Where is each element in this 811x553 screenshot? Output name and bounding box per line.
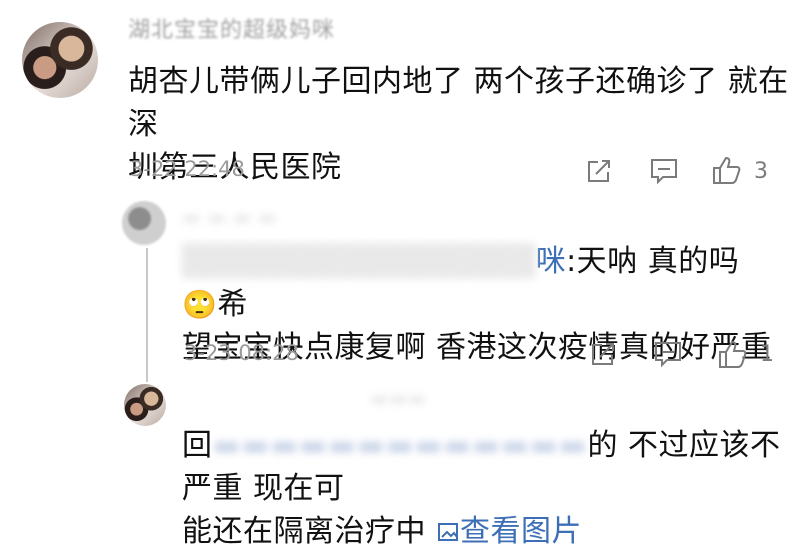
comment-author-name[interactable]: 湖北宝宝的超级妈咪 — [128, 12, 335, 44]
reply-text-segment: 能还在隔离治疗中 — [182, 514, 426, 549]
mention-link[interactable]: 咪 — [536, 244, 567, 279]
image-icon — [438, 523, 459, 541]
reply-text: 回▬▬▬▬▬▬▬▬▬▬▬▬▬的 不过应该不严重 现在可 能还在隔离治疗中 查看图… — [182, 424, 792, 553]
like-count: 3 — [754, 159, 768, 184]
view-image-label[interactable]: 查看图片 — [460, 514, 582, 549]
thread-line — [146, 248, 148, 382]
comment-icon[interactable] — [652, 339, 684, 369]
emoji-icon: 🙄 — [182, 288, 218, 321]
thumbs-up-icon[interactable] — [710, 153, 744, 187]
reply-text-segment: 的 — [587, 428, 618, 463]
blurred-mention: ███████████████ — [182, 244, 536, 279]
reply-author-name[interactable]: ▬▬▬ — [370, 386, 427, 410]
reply-text-line: ███████████████咪:天呐 真的吗 🙄希 — [182, 240, 782, 326]
view-image-link[interactable]: 查看图片 — [436, 514, 582, 549]
reply-text-line: 能还在隔离治疗中 查看图片 — [182, 510, 792, 553]
avatar[interactable] — [122, 201, 166, 245]
avatar[interactable] — [124, 384, 166, 426]
thumbs-up-icon[interactable] — [716, 337, 750, 371]
avatar[interactable] — [22, 22, 98, 98]
reply-text-segment: :天呐 真的吗 — [566, 244, 740, 279]
comment-icon[interactable] — [648, 156, 680, 186]
reply-author-name[interactable]: ▬ ▬ ▬ ▬ — [182, 205, 277, 229]
blurred-mention: ▬▬▬▬▬▬▬▬▬▬▬▬▬ — [212, 428, 588, 463]
share-icon[interactable] — [588, 339, 618, 369]
like-count: 1 — [760, 342, 774, 367]
comment-text-line: 胡杏儿带俩儿子回内地了 两个孩子还确诊了 就在深 — [128, 64, 789, 142]
share-icon[interactable] — [584, 156, 614, 186]
reply-prefix: 回 — [182, 428, 213, 463]
comment-timestamp: 3-22 22:48 — [130, 157, 245, 181]
reply-text-line: 回▬▬▬▬▬▬▬▬▬▬▬▬▬的 不过应该不严重 现在可 — [182, 424, 792, 510]
reply-timestamp: 3-23 08:28 — [184, 341, 299, 365]
reply-text-segment: 希 — [217, 287, 248, 322]
